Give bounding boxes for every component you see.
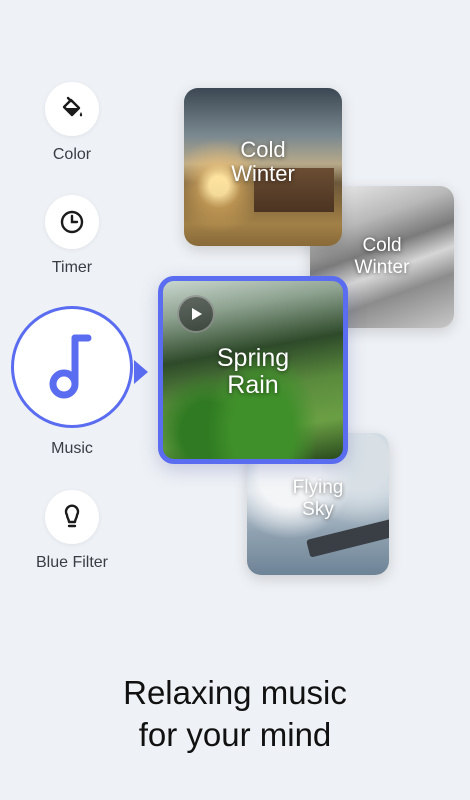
selection-pointer	[134, 360, 148, 384]
card-spring-rain[interactable]: Spring Rain	[158, 276, 348, 464]
headline-line-1: Relaxing music	[123, 674, 347, 711]
play-button[interactable]	[177, 295, 215, 333]
feature-blue-filter[interactable]: Blue Filter	[0, 490, 144, 572]
timer-button[interactable]	[45, 195, 99, 249]
feature-color[interactable]: Color	[0, 82, 144, 164]
card-title: Flying Sky	[292, 477, 344, 520]
feature-music-label: Music	[51, 440, 93, 457]
card-title: Spring Rain	[216, 344, 290, 399]
clock-icon	[60, 210, 84, 234]
feature-music[interactable]: Music	[0, 306, 148, 458]
feature-blue-filter-label: Blue Filter	[35, 554, 109, 571]
card-cold-winter-1[interactable]: Cold Winter	[184, 88, 342, 246]
promo-screen: Color Timer Music Blue Filter Cold Winte…	[0, 0, 470, 800]
feature-timer[interactable]: Timer	[0, 195, 144, 277]
music-button[interactable]	[11, 306, 133, 428]
music-note-icon	[49, 334, 92, 399]
card-title: Cold Winter	[354, 235, 410, 278]
paint-bucket-icon	[62, 96, 83, 117]
feature-color-label: Color	[52, 146, 92, 163]
blue-filter-button[interactable]	[45, 490, 99, 544]
color-button[interactable]	[45, 82, 99, 136]
headline-line-2: for your mind	[138, 716, 332, 753]
headline: Relaxing music for your mind	[0, 672, 470, 756]
lightbulb-icon	[64, 504, 80, 528]
feature-timer-label: Timer	[51, 259, 93, 276]
airplane-wing-image	[306, 518, 389, 558]
play-icon	[192, 308, 202, 320]
card-title: Cold Winter	[231, 137, 295, 186]
